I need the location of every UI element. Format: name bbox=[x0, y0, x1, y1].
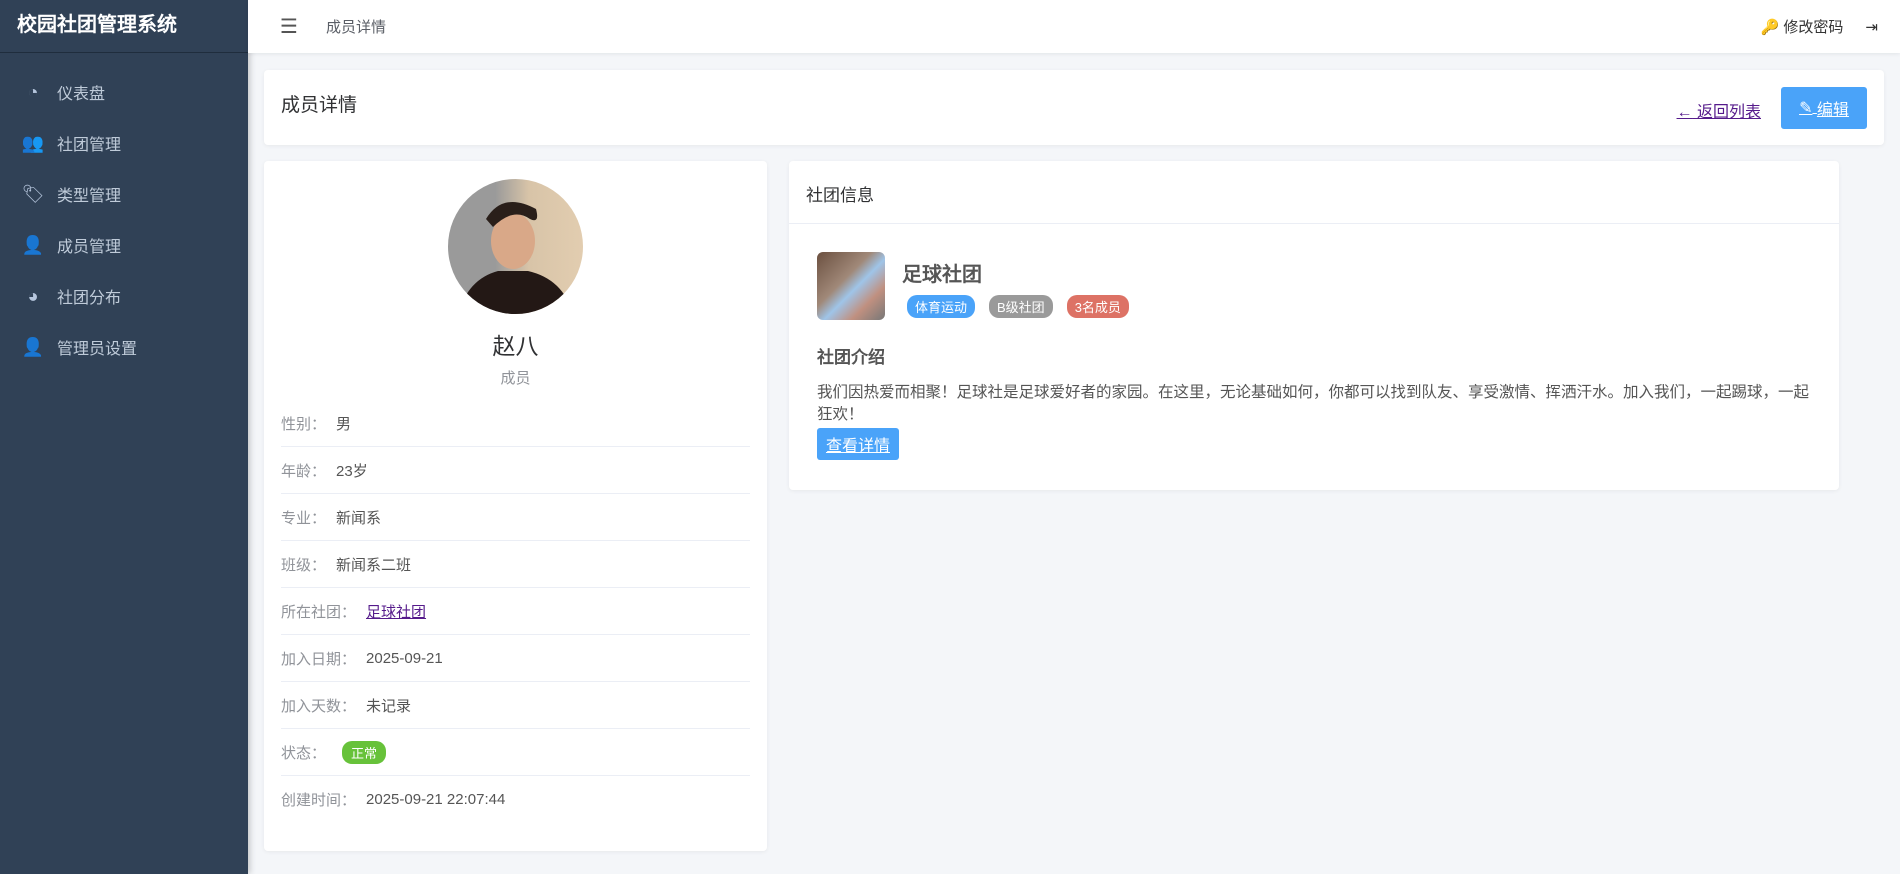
sidebar-item-label: 仪表盘 bbox=[57, 85, 106, 103]
sidebar-item-label: 社团分布 bbox=[57, 289, 122, 307]
field-row: 状态： 正常 bbox=[281, 729, 750, 776]
change-password-label: 修改密码 bbox=[1783, 19, 1844, 36]
view-details-button[interactable]: 查看详情 bbox=[817, 428, 899, 460]
club-intro: 我们因热爱而相聚！足球社是足球爱好者的家园。在这里，无论基础如何，你都可以找到队… bbox=[817, 384, 1810, 423]
sidebar-item-types[interactable]: 🏷 类型管理 bbox=[0, 168, 248, 219]
users-icon: 👥 bbox=[21, 132, 45, 153]
top-header: ☰ 成员详情 🔑 修改密码 ⇥ bbox=[248, 0, 1900, 53]
club-image bbox=[817, 252, 885, 320]
sidebar-item-label: 类型管理 bbox=[57, 187, 122, 205]
sidebar-item-label: 社团管理 bbox=[57, 136, 122, 154]
member-role: 成员 bbox=[500, 370, 531, 387]
member-fields: 性别： 男 年龄： 23岁 专业： 新闻系 班级： 新闻系二班 所在社团： 足球社团 加入… bbox=[281, 400, 750, 823]
key-icon: 🔑 bbox=[1760, 19, 1780, 36]
club-name: 足球社团 bbox=[902, 264, 982, 286]
sidebar-item-dashboard[interactable]: ◔ 仪表盘 bbox=[0, 66, 248, 117]
tags-icon: 🏷 bbox=[21, 183, 45, 204]
field-value: 23岁 bbox=[336, 462, 368, 480]
club-type-tag: 体育运动 bbox=[907, 295, 976, 318]
field-label: 加入日期： bbox=[281, 650, 357, 668]
field-row: 加入日期： 2025-09-21 bbox=[281, 635, 750, 682]
edit-icon: ✎ bbox=[1799, 100, 1813, 117]
sidebar-item-members[interactable]: 👤 成员管理 bbox=[0, 219, 248, 270]
field-row: 性别： 男 bbox=[281, 400, 750, 447]
club-members-tag: 3名成员 bbox=[1066, 295, 1129, 318]
club-link[interactable]: 足球社团 bbox=[366, 601, 426, 622]
field-label: 创建时间： bbox=[281, 792, 357, 809]
arrow-left-icon: ← bbox=[1676, 104, 1693, 121]
field-label: 性别： bbox=[281, 415, 327, 433]
page-title: 成员详情 bbox=[281, 95, 358, 116]
field-row: 班级： 新闻系二班 bbox=[281, 541, 750, 588]
field-value: 新闻系 bbox=[336, 509, 382, 527]
sidebar-item-admin[interactable]: 👤 管理员设置 bbox=[0, 321, 248, 372]
field-row: 年龄： 23岁 bbox=[281, 447, 750, 494]
club-level-tag: B级社团 bbox=[989, 295, 1053, 318]
field-value: 男 bbox=[336, 415, 352, 433]
menu-toggle-icon[interactable]: ☰ bbox=[280, 14, 298, 39]
field-value: 2025-09-21 22:07:44 bbox=[366, 791, 506, 808]
pie-chart-icon: ◕ bbox=[27, 285, 39, 306]
page-title-card: 成员详情 ← 返回列表 ✎ 编辑 bbox=[264, 70, 1884, 145]
field-row: 加入天数： 未记录 bbox=[281, 682, 750, 729]
edit-label: 编辑 bbox=[1816, 102, 1849, 119]
dashboard-icon: ◔ bbox=[27, 81, 39, 102]
club-intro-title: 社团介绍 bbox=[817, 348, 885, 367]
field-value: 2025-09-21 bbox=[366, 649, 443, 667]
member-name: 赵八 bbox=[492, 333, 539, 359]
back-label: 返回列表 bbox=[1696, 104, 1761, 121]
sidebar: 校园社团管理系统 ◔ 仪表盘 👥 社团管理 🏷 类型管理 👤 成员管理 ◕ 社团分布 👤 管… bbox=[0, 0, 248, 874]
field-label: 年龄： bbox=[281, 462, 327, 480]
app-title: 校园社团管理系统 bbox=[0, 0, 248, 53]
field-label: 状态： bbox=[281, 744, 327, 762]
user-friends-icon: 👤 bbox=[21, 234, 45, 255]
field-row: 创建时间： 2025-09-21 22:07:44 bbox=[281, 776, 750, 823]
field-value: 未记录 bbox=[366, 697, 412, 715]
field-label: 班级： bbox=[281, 556, 327, 574]
sidebar-item-label: 成员管理 bbox=[57, 238, 122, 256]
status-badge: 正常 bbox=[342, 740, 387, 764]
field-row: 所在社团： 足球社团 bbox=[281, 588, 750, 635]
avatar bbox=[448, 179, 583, 314]
club-info-card: 社团信息 足球社团 体育运动 B级社团 3名成员 社团介绍 我们因热爱而相聚！足… bbox=[789, 161, 1839, 490]
field-label: 所在社团： bbox=[281, 603, 357, 621]
field-label: 加入天数： bbox=[281, 697, 357, 715]
field-label: 专业： bbox=[281, 509, 327, 527]
club-info-title: 社团信息 bbox=[789, 161, 1839, 224]
field-row: 专业： 新闻系 bbox=[281, 494, 750, 541]
change-password-button[interactable]: 🔑 修改密码 bbox=[1761, 16, 1844, 37]
sidebar-item-distribution[interactable]: ◕ 社团分布 bbox=[0, 270, 248, 321]
field-value: 新闻系二班 bbox=[336, 556, 412, 574]
sidebar-item-label: 管理员设置 bbox=[57, 340, 138, 358]
breadcrumb: 成员详情 bbox=[325, 19, 386, 36]
user-shield-icon: 👤 bbox=[21, 336, 45, 357]
back-to-list-link[interactable]: ← 返回列表 bbox=[1677, 98, 1761, 122]
logout-icon[interactable]: ⇥ bbox=[1865, 18, 1878, 36]
edit-button[interactable]: ✎ 编辑 bbox=[1781, 87, 1867, 129]
sidebar-item-clubs[interactable]: 👥 社团管理 bbox=[0, 117, 248, 168]
